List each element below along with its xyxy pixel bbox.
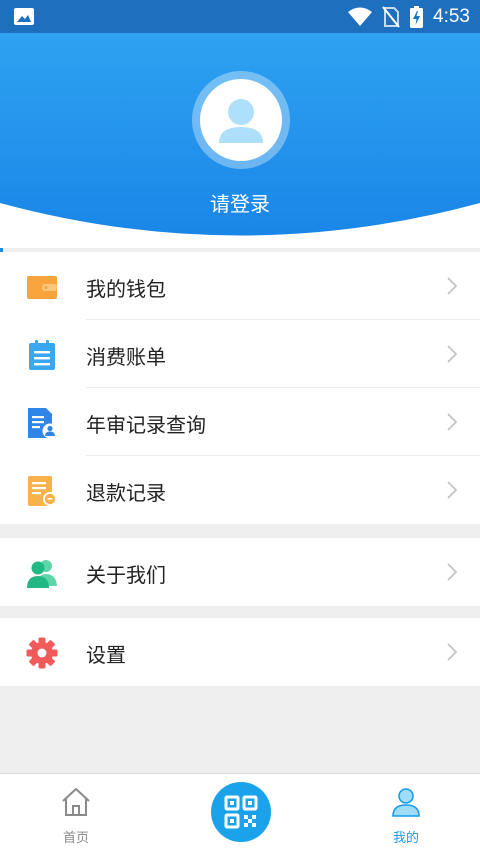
menu-label: 消费账单 — [86, 345, 166, 369]
qr-code-icon — [224, 795, 258, 829]
chevron-right-icon — [447, 563, 458, 581]
profile-icon — [392, 788, 420, 817]
menu-label: 退款记录 — [86, 481, 166, 505]
tab-label: 我的 — [392, 831, 419, 846]
gear-icon — [26, 637, 58, 669]
menu-item-annual-review[interactable]: 年审记录查询 — [0, 388, 480, 456]
chevron-right-icon — [447, 277, 458, 295]
menu-group-main: 我的钱包 消费账单 年审记录查询 退款记录 — [0, 252, 480, 524]
tab-mine[interactable]: 我的 — [356, 774, 456, 853]
users-icon — [27, 560, 57, 588]
gallery-icon — [14, 8, 34, 25]
no-sim-icon — [382, 6, 400, 28]
menu-label: 设置 — [86, 643, 126, 667]
refund-record-icon — [28, 476, 57, 506]
login-prompt[interactable]: 请登录 — [0, 188, 480, 217]
chevron-right-icon — [447, 413, 458, 431]
menu-item-about[interactable]: 关于我们 — [0, 538, 480, 606]
tab-label: 首页 — [62, 831, 89, 846]
menu-item-bill[interactable]: 消费账单 — [0, 320, 480, 388]
chevron-right-icon — [447, 643, 458, 661]
menu-group-settings: 设置 — [0, 618, 480, 686]
menu-label: 关于我们 — [86, 563, 166, 587]
user-avatar-icon — [219, 99, 263, 143]
tab-home[interactable]: 首页 — [26, 774, 126, 853]
wallet-icon — [27, 276, 57, 299]
menu-group-about: 关于我们 — [0, 538, 480, 606]
status-bar: 4:53 — [0, 0, 480, 33]
avatar[interactable] — [192, 71, 290, 169]
menu-label: 我的钱包 — [86, 277, 166, 301]
menu-item-settings[interactable]: 设置 — [0, 618, 480, 686]
menu-label: 年审记录查询 — [86, 413, 206, 437]
profile-header: 请登录 — [0, 33, 480, 248]
wifi-icon — [348, 7, 373, 26]
status-time: 4:53 — [433, 6, 470, 27]
battery-charging-icon — [410, 6, 424, 28]
chevron-right-icon — [447, 345, 458, 363]
annual-review-document-icon — [28, 408, 58, 439]
qr-scan-button[interactable] — [211, 782, 271, 842]
menu-item-wallet[interactable]: 我的钱包 — [0, 252, 480, 320]
bill-clipboard-icon — [29, 340, 55, 370]
bottom-tab-bar: 首页 我的 — [0, 773, 480, 853]
chevron-right-icon — [447, 481, 458, 499]
home-icon — [62, 787, 90, 816]
menu-item-refund[interactable]: 退款记录 — [0, 456, 480, 524]
